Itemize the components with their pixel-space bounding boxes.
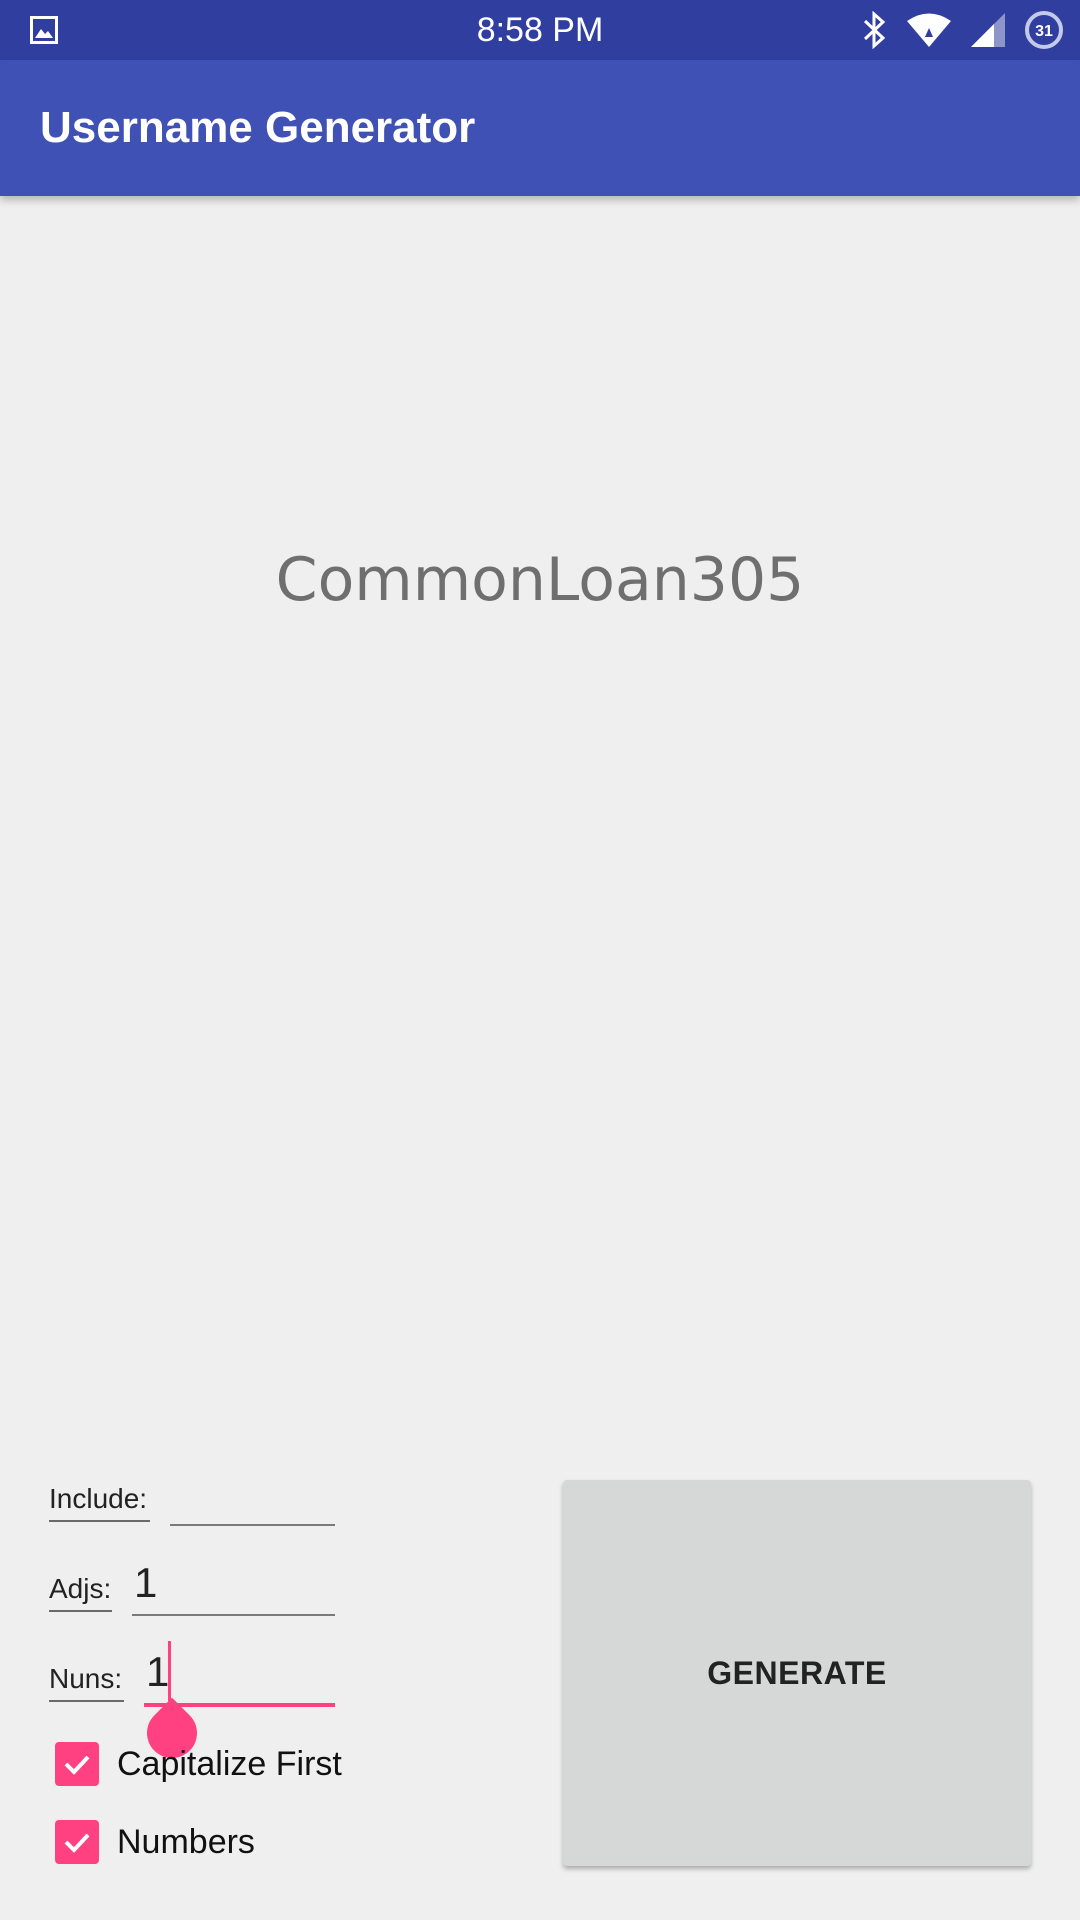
generate-button-label: GENERATE [707, 1654, 887, 1691]
generate-button[interactable]: GENERATE [563, 1480, 1031, 1866]
include-input[interactable] [170, 1478, 335, 1526]
app-bar: Username Generator [0, 60, 1080, 196]
wifi-icon [906, 12, 952, 48]
include-label: Include: [49, 1482, 150, 1522]
capitalize-first-label: Capitalize First [117, 1744, 342, 1783]
numbers-checkbox[interactable]: Numbers [55, 1818, 255, 1866]
app-title: Username Generator [40, 103, 476, 152]
status-icons: 31 [862, 10, 1064, 50]
checkbox-checked-icon[interactable] [55, 1742, 99, 1786]
text-cursor [168, 1641, 171, 1701]
signal-icon [970, 12, 1006, 48]
generated-username: CommonLoan305 [275, 545, 805, 615]
capitalize-first-checkbox[interactable]: Capitalize First [55, 1740, 342, 1788]
checkbox-checked-icon[interactable] [55, 1820, 99, 1864]
adjs-input[interactable] [132, 1555, 335, 1616]
adjs-label: Adjs: [49, 1572, 112, 1612]
calendar-day: 31 [1035, 23, 1053, 40]
bluetooth-icon [862, 11, 888, 49]
numbers-label: Numbers [117, 1822, 255, 1861]
nuns-label: Nuns: [49, 1662, 124, 1702]
status-bar: 8:58 PM 31 [0, 0, 1080, 60]
calendar-icon: 31 [1024, 10, 1064, 50]
